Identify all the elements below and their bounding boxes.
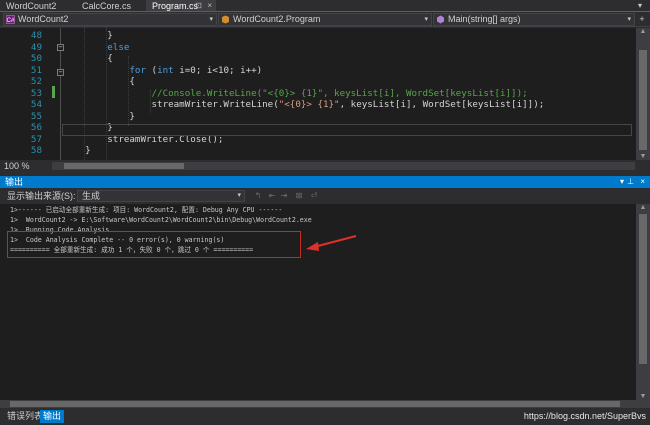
tab-label: CalcCore.cs: [82, 1, 132, 11]
code-text: {: [63, 53, 113, 64]
chevron-down-icon: ▾: [424, 16, 428, 23]
split-editor-icon[interactable]: +: [637, 13, 647, 25]
code-line[interactable]: 55 }: [0, 111, 650, 123]
close-icon[interactable]: ×: [640, 176, 645, 188]
line-number: 49: [30, 41, 42, 53]
code-text: streamWriter.WriteLine("<{0}> {1}", keys…: [63, 99, 545, 110]
line-number: 56: [30, 122, 42, 133]
output-source-select[interactable]: 生成 ▾: [77, 190, 245, 202]
output-source-value: 生成: [82, 191, 101, 201]
output-source-label: 显示输出来源(S):: [7, 191, 76, 201]
editor-tab-strip: WordCount2 CalcCore.cs Program.cs × ⊡ ▾: [0, 0, 650, 12]
scroll-up-icon[interactable]: ▲: [636, 28, 650, 35]
line-number: 57: [30, 133, 42, 145]
scroll-down-icon[interactable]: ▼: [636, 153, 650, 160]
annotation-highlight-box: [7, 231, 301, 258]
scroll-thumb[interactable]: [639, 50, 647, 150]
collapse-icon[interactable]: −: [57, 69, 64, 76]
line-number: 53: [30, 87, 42, 99]
auto-hide-icon[interactable]: ⊥: [627, 176, 634, 188]
code-line[interactable]: 58 }: [0, 145, 650, 157]
method-icon: [437, 15, 444, 24]
member-dropdown[interactable]: Main(string[] args) ▾: [433, 13, 635, 26]
code-line[interactable]: 51 for (int i=0; i<10; i++): [0, 65, 650, 77]
scroll-down-icon[interactable]: ▼: [636, 393, 650, 400]
zoom-level[interactable]: 100 %: [4, 160, 30, 172]
type-dropdown[interactable]: WordCount2.Program ▾: [218, 13, 432, 26]
line-number: 52: [30, 76, 42, 87]
line-number: 54: [30, 99, 42, 110]
output-vertical-scrollbar[interactable]: ▲ ▼: [636, 204, 650, 400]
code-text: }: [63, 145, 91, 156]
tool-window-tabs: 错误列表 输出 https://blog.csdn.net/SuperBvs: [0, 408, 650, 425]
watermark-text: https://blog.csdn.net/SuperBvs: [523, 411, 646, 421]
navigation-bar: C# WordCount2 ▾ WordCount2.Program ▾ Mai…: [0, 12, 650, 27]
csharp-project-icon: C#: [6, 15, 15, 24]
output-horizontal-scrollbar[interactable]: [0, 400, 650, 408]
editor-vertical-scrollbar[interactable]: ▲ ▼: [636, 28, 650, 160]
project-dropdown[interactable]: C# WordCount2 ▾: [3, 13, 217, 26]
line-number: 55: [30, 110, 42, 122]
find-message-in-code-icon[interactable]: ↰: [253, 191, 263, 201]
output-window-header: 输出 ▾ ⊥ ×: [0, 176, 650, 188]
output-line: 1>------ 已启动全部重新生成: 项目: WordCount2, 配置: …: [10, 206, 283, 214]
output-text-pane[interactable]: 1>------ 已启动全部重新生成: 项目: WordCount2, 配置: …: [0, 204, 650, 400]
tab-label: WordCount2: [6, 1, 57, 11]
collapse-icon[interactable]: −: [57, 44, 64, 51]
tab-output[interactable]: 输出: [40, 410, 65, 423]
output-window-title: 输出: [5, 177, 24, 187]
svg-text:C#: C#: [7, 18, 15, 24]
code-line[interactable]: 54 streamWriter.WriteLine("<{0}> {1}", k…: [0, 99, 650, 111]
code-line[interactable]: 53 //Console.WriteLine("<{0}> {1}", keys…: [0, 88, 650, 100]
type-dropdown-value: WordCount2.Program: [233, 14, 321, 24]
line-number: 51: [30, 64, 42, 76]
code-line[interactable]: 49 else: [0, 42, 650, 54]
word-wrap-icon[interactable]: ⏎: [309, 191, 319, 201]
code-line[interactable]: 52 {: [0, 76, 650, 88]
line-number: 50: [30, 53, 42, 64]
code-text: {: [63, 76, 135, 87]
class-icon: [222, 15, 229, 24]
editor-status-strip: 100 %: [0, 160, 650, 172]
tab-label: Program.cs: [152, 1, 199, 11]
output-line: 1> WordCount2 -> E:\Software\WordCount2\…: [10, 216, 312, 224]
window-position-icon[interactable]: ▾: [620, 176, 624, 188]
code-editor[interactable]: 48 } 49 else 50 {51 for (int i=0; i<10; i+…: [0, 28, 650, 160]
chevron-down-icon: ▾: [209, 16, 213, 23]
chevron-down-icon: ▾: [237, 192, 241, 199]
line-number: 58: [30, 145, 42, 156]
current-line-highlight: [62, 124, 632, 136]
scroll-thumb[interactable]: [10, 401, 620, 407]
code-text: else: [107, 41, 130, 53]
editor-horizontal-scrollbar[interactable]: [52, 162, 635, 170]
output-toolbar: 显示输出来源(S): 生成 ▾ ↰ ⇤ ⇥ ⊠ ⏎: [0, 188, 650, 204]
project-dropdown-value: WordCount2: [18, 14, 69, 24]
annotation-arrow-icon: [306, 235, 357, 251]
code-line[interactable]: 48 }: [0, 30, 650, 42]
line-number: 48: [30, 30, 42, 41]
code-text: for (int i=0; i<10; i++): [129, 64, 263, 76]
chevron-down-icon: ▾: [627, 16, 631, 23]
member-dropdown-value: Main(string[] args): [448, 14, 521, 24]
scroll-thumb[interactable]: [639, 214, 647, 364]
code-text: }: [63, 30, 113, 41]
code-text: //Console.WriteLine("<{0}> {1}", keysLis…: [151, 87, 528, 99]
previous-message-icon[interactable]: ⇤: [267, 191, 277, 201]
next-message-icon[interactable]: ⇥: [279, 191, 289, 201]
code-text: }: [63, 110, 135, 122]
clear-all-icon[interactable]: ⊠: [294, 191, 304, 201]
scroll-up-icon[interactable]: ▲: [636, 204, 650, 211]
scroll-thumb[interactable]: [64, 163, 184, 169]
code-line[interactable]: 50 {: [0, 53, 650, 65]
